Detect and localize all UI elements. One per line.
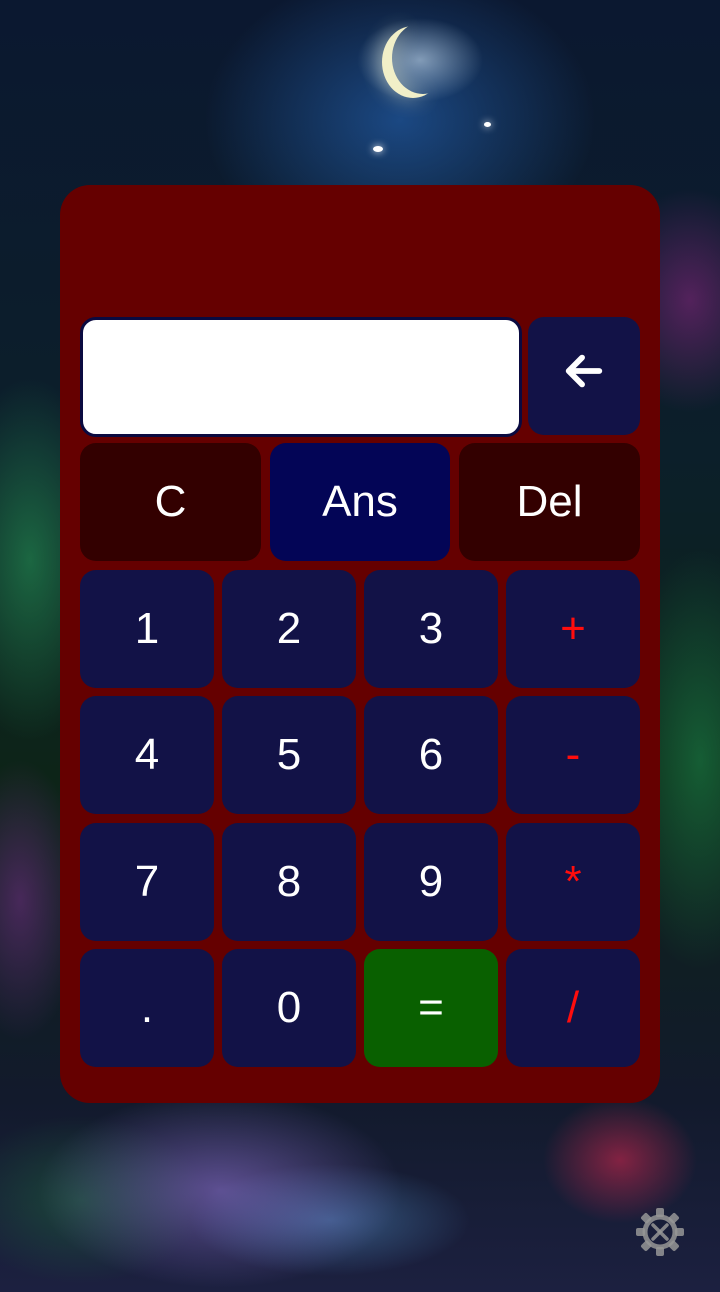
gear-icon: [634, 1208, 686, 1262]
display-input[interactable]: [80, 317, 522, 437]
decimal-button[interactable]: .: [80, 949, 214, 1067]
digit-7-button[interactable]: 7: [80, 823, 214, 941]
plus-button[interactable]: +: [506, 570, 640, 688]
digit-9-button[interactable]: 9: [364, 823, 498, 941]
settings-button[interactable]: [634, 1206, 686, 1258]
clear-button[interactable]: C: [80, 443, 261, 561]
star: [484, 122, 491, 127]
divide-button[interactable]: /: [506, 949, 640, 1067]
equals-button[interactable]: =: [364, 949, 498, 1067]
digit-2-button[interactable]: 2: [222, 570, 356, 688]
digit-4-button[interactable]: 4: [80, 696, 214, 814]
digit-5-button[interactable]: 5: [222, 696, 356, 814]
digit-8-button[interactable]: 8: [222, 823, 356, 941]
digit-6-button[interactable]: 6: [364, 696, 498, 814]
backspace-button[interactable]: [528, 317, 640, 435]
digit-0-button[interactable]: 0: [222, 949, 356, 1067]
arrow-left-icon: [561, 348, 607, 405]
digit-3-button[interactable]: 3: [364, 570, 498, 688]
moon: [392, 22, 454, 94]
star: [373, 146, 383, 152]
del-button[interactable]: Del: [459, 443, 640, 561]
ans-button[interactable]: Ans: [270, 443, 450, 561]
digit-1-button[interactable]: 1: [80, 570, 214, 688]
minus-button[interactable]: -: [506, 696, 640, 814]
multiply-button[interactable]: *: [506, 823, 640, 941]
